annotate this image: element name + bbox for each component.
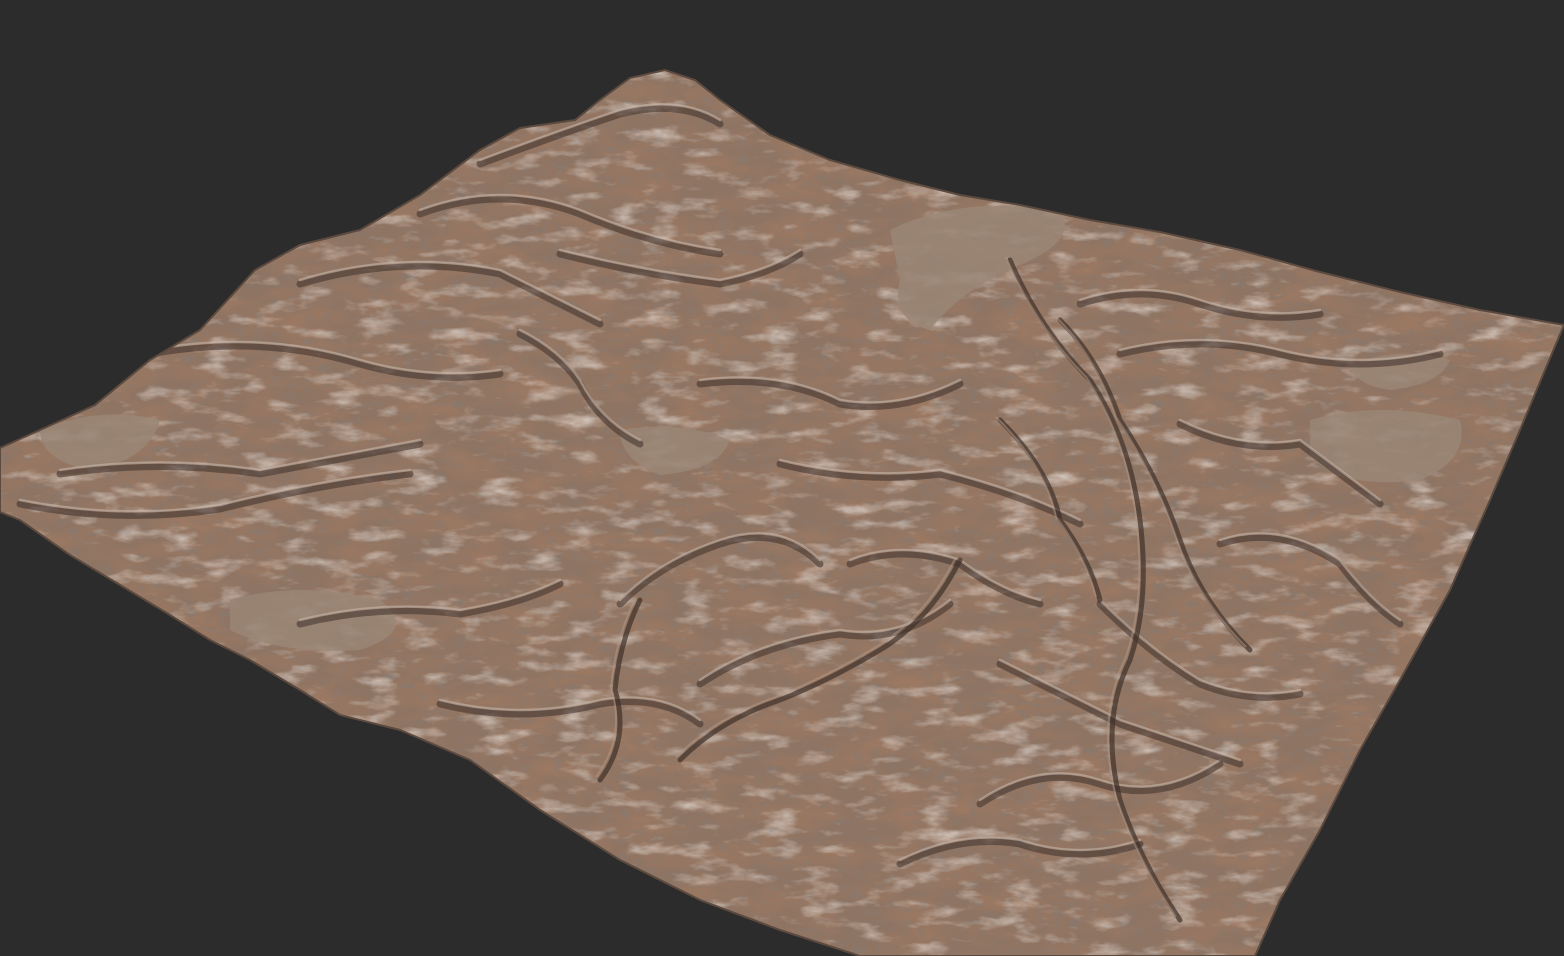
terrain-surface <box>0 68 1564 956</box>
3d-viewport[interactable] <box>0 0 1564 956</box>
terrain-mesh[interactable] <box>0 0 1564 956</box>
